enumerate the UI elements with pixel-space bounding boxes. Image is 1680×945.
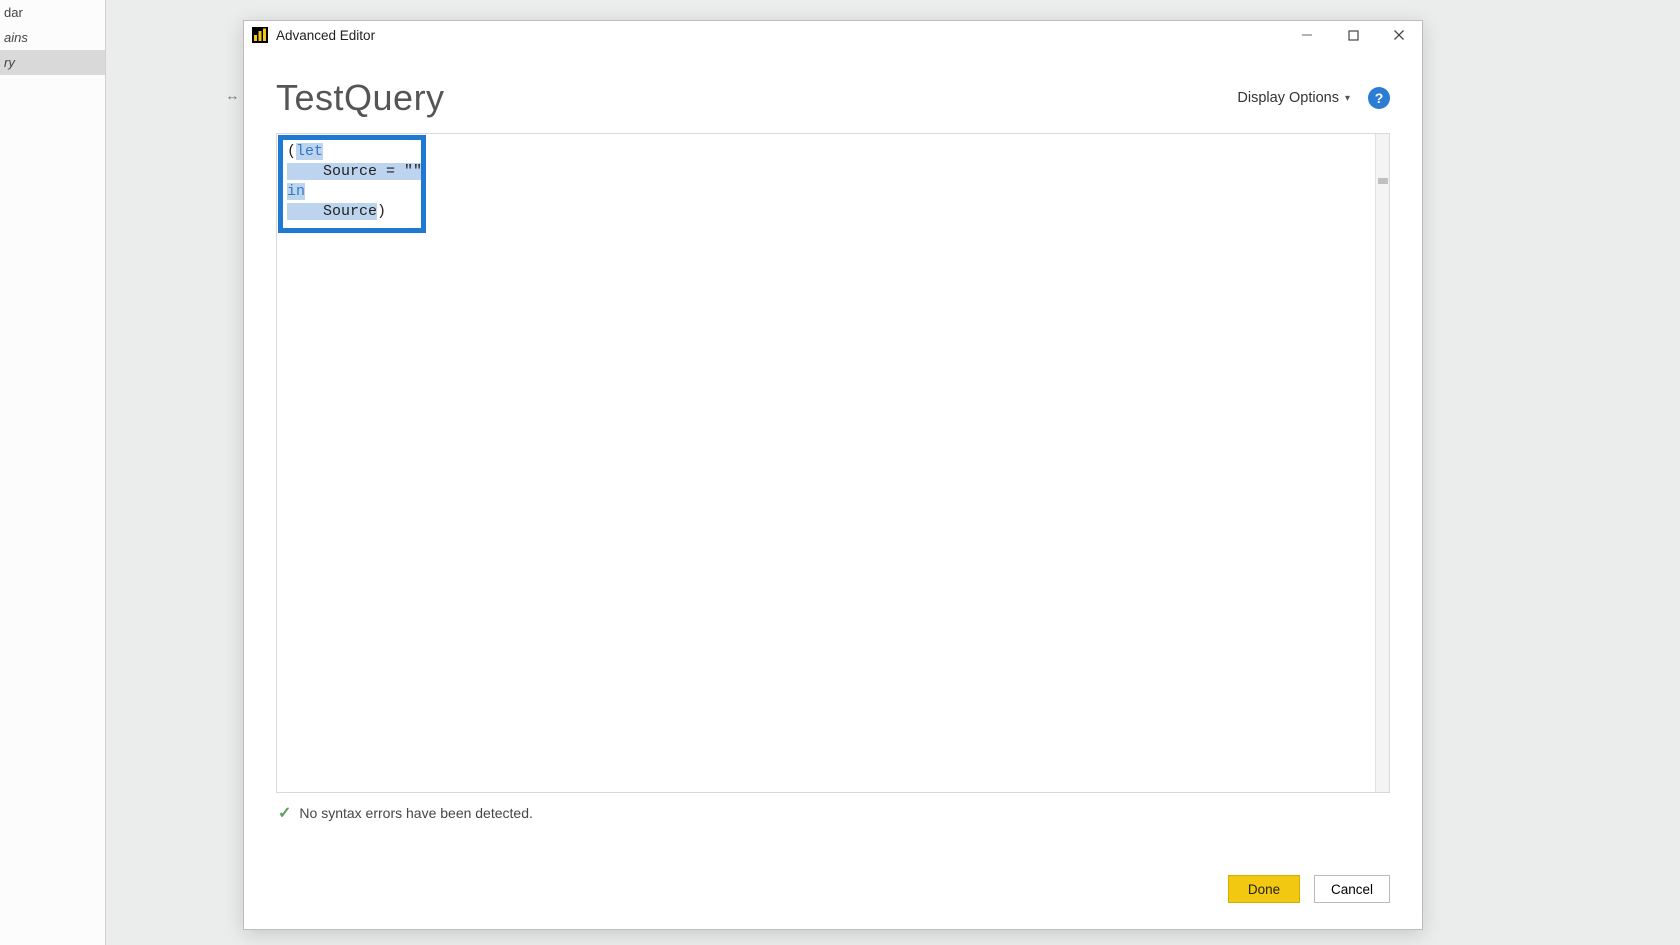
code-editor[interactable]: (let Source = "" in Source) [276, 133, 1390, 793]
minimize-button[interactable] [1284, 21, 1330, 49]
code-content: (let Source = "" in Source) [287, 142, 422, 222]
syntax-status: ✓ No syntax errors have been detected. [276, 793, 1390, 829]
dialog-buttons: Done Cancel [244, 843, 1422, 929]
sidebar-item-1[interactable]: ains [0, 25, 105, 50]
code-line-2: Source = "" [287, 163, 422, 180]
code-kw-let: let [296, 143, 323, 160]
query-title: TestQuery [276, 77, 445, 119]
done-button[interactable]: Done [1228, 875, 1300, 903]
display-options-label: Display Options [1237, 90, 1339, 106]
window-controls [1284, 21, 1422, 49]
window-title: Advanced Editor [276, 28, 375, 43]
advanced-editor-dialog: Advanced Editor TestQuery Display Option… [243, 20, 1423, 930]
code-line-4: Source [287, 203, 377, 220]
editor-scrollbar[interactable] [1375, 134, 1389, 792]
app-icon [252, 27, 268, 43]
sidebar-item-2[interactable]: ry [0, 50, 105, 75]
code-paren-open: ( [287, 143, 296, 160]
chevron-down-icon: ▾ [1345, 93, 1350, 104]
code-paren-close: ) [377, 203, 386, 220]
resize-handle-icon[interactable]: ↔ [225, 88, 239, 103]
help-icon[interactable]: ? [1368, 87, 1390, 109]
maximize-button[interactable] [1330, 21, 1376, 49]
close-button[interactable] [1376, 21, 1422, 49]
code-kw-in: in [287, 183, 305, 200]
queries-sidebar: dar ains ry [0, 0, 106, 945]
checkmark-icon: ✓ [278, 803, 291, 823]
status-message: No syntax errors have been detected. [299, 805, 532, 821]
display-options-dropdown[interactable]: Display Options ▾ [1235, 86, 1352, 110]
titlebar: Advanced Editor [244, 21, 1422, 49]
header-row: TestQuery Display Options ▾ ? [244, 49, 1422, 133]
cancel-button[interactable]: Cancel [1314, 875, 1390, 903]
sidebar-item-0[interactable]: dar [0, 0, 105, 25]
